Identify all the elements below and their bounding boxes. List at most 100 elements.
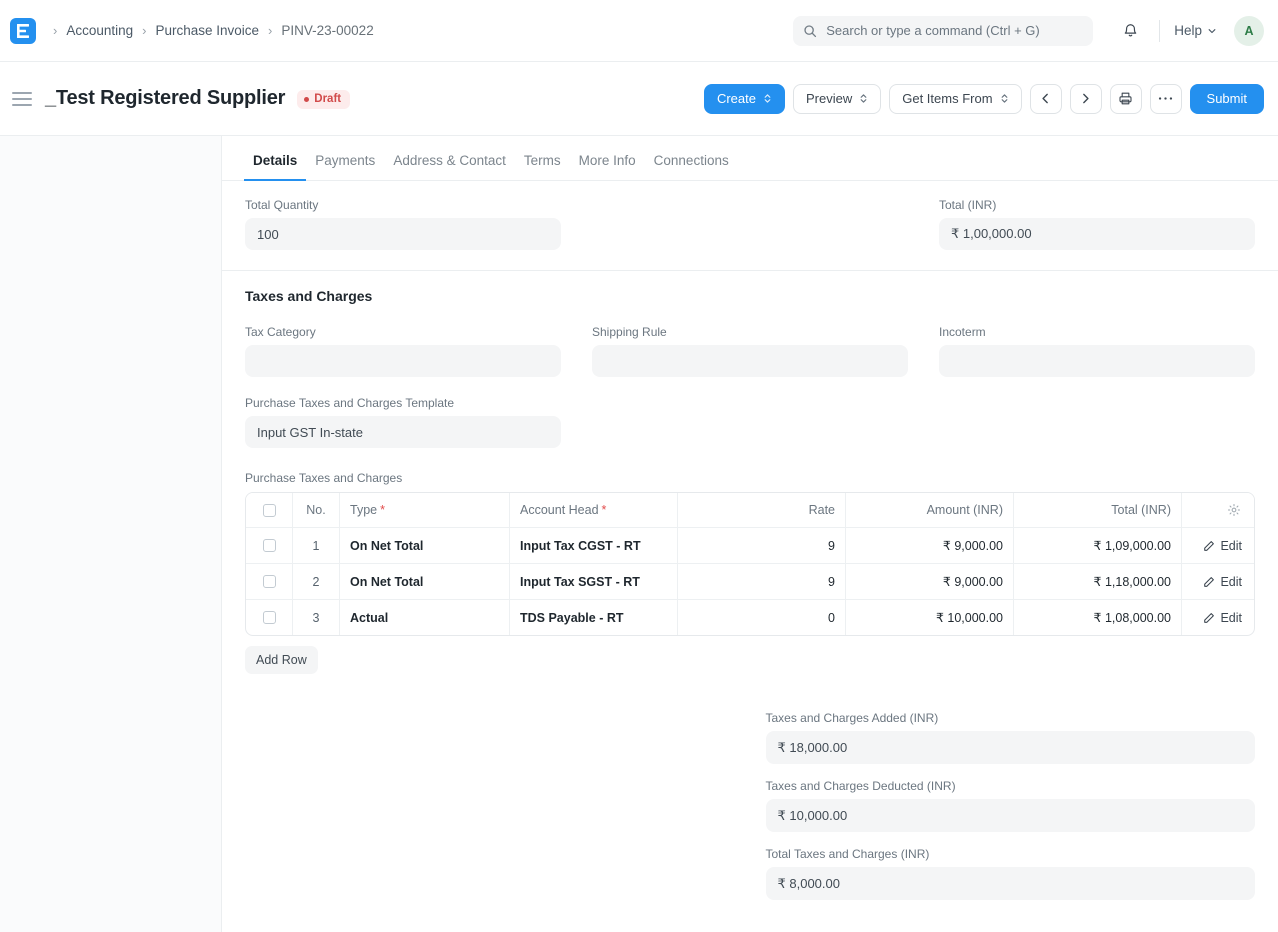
cell-amount[interactable]: ₹ 9,000.00 [846,564,1014,599]
spacer-cell [592,198,908,250]
total-taxes-input[interactable]: ₹ 8,000.00 [765,867,1255,900]
tax-category-input[interactable] [245,345,561,377]
hamburger-icon[interactable] [8,85,36,113]
help-menu-button[interactable]: Help [1174,23,1217,38]
tab-label: Address & Contact [393,153,506,168]
row-edit-button[interactable]: Edit [1182,528,1254,563]
get-items-from-label: Get Items From [902,91,993,106]
total-quantity-label: Total Quantity [245,198,319,212]
search-input[interactable]: Search or type a command (Ctrl + G) [793,15,1094,46]
column-header-account-head: Account Head * [510,493,678,527]
print-button[interactable] [1109,83,1142,114]
tab-more-info[interactable]: More Info [570,153,645,180]
cell-account-head[interactable]: Input Tax SGST - RT [510,564,678,599]
select-all-checkbox[interactable] [246,493,293,527]
cell-amount[interactable]: ₹ 9,000.00 [846,528,1014,563]
printer-icon [1118,91,1133,106]
grid-settings-button[interactable] [1182,493,1254,527]
taxes-template-label: Purchase Taxes and Charges Template [245,396,455,410]
breadcrumb-item-purchase-invoice[interactable]: Purchase Invoice [155,23,259,38]
required-asterisk: * [380,503,385,517]
taxes-deducted-label: Taxes and Charges Deducted (INR) [765,779,956,793]
more-actions-button[interactable] [1149,83,1182,114]
table-row[interactable]: 3 Actual TDS Payable - RT 0 ₹ 10,000.00 … [246,600,1254,635]
shipping-rule-input[interactable] [592,345,908,377]
cell-no: 2 [293,564,340,599]
column-header-total: Total (INR) [1014,493,1182,527]
avatar[interactable]: A [1234,15,1264,46]
cell-type[interactable]: On Net Total [340,528,510,563]
row-checkbox[interactable] [246,528,293,563]
chevron-updown-icon [763,93,772,104]
page-actions: Create Preview Get Items From Submit [703,83,1264,114]
column-header-account-head-label: Account Head [520,503,599,517]
total-quantity-input[interactable]: 100 [245,218,561,250]
cell-no: 1 [293,528,340,563]
column-header-type: Type * [340,493,510,527]
table-row[interactable]: 1 On Net Total Input Tax CGST - RT 9 ₹ 9… [246,528,1254,564]
field-taxes-added: Taxes and Charges Added (INR) ₹ 18,000.0… [765,711,1255,764]
chevron-right-icon [1079,92,1092,105]
cell-type[interactable]: On Net Total [340,564,510,599]
table-row[interactable]: 2 On Net Total Input Tax SGST - RT 9 ₹ 9… [246,564,1254,600]
pencil-icon [1203,612,1215,624]
breadcrumb-item-accounting[interactable]: Accounting [66,23,133,38]
charges-totals-wrapper: Taxes and Charges Added (INR) ₹ 18,000.0… [245,711,1255,915]
search-icon [803,24,817,38]
erpnext-logo-icon[interactable] [10,17,36,44]
cell-total[interactable]: ₹ 1,08,000.00 [1014,600,1182,635]
taxes-and-charges-section: Taxes and Charges Tax Category Shipping … [222,271,1278,932]
previous-document-button[interactable] [1029,83,1062,114]
row-edit-button[interactable]: Edit [1182,564,1254,599]
form-content: Details Payments Address & Contact Terms… [222,136,1278,932]
submit-button[interactable]: Submit [1189,83,1264,114]
total-taxes-label: Total Taxes and Charges (INR) [765,847,930,861]
tab-connections[interactable]: Connections [645,153,738,180]
field-total-inr: Total (INR) ₹ 1,00,000.00 [939,198,1255,250]
gear-icon [1227,503,1241,517]
chevron-updown-icon [1000,93,1009,104]
cell-total[interactable]: ₹ 1,09,000.00 [1014,528,1182,563]
breadcrumb-separator-icon: › [142,23,147,38]
tab-payments[interactable]: Payments [306,153,384,180]
chevron-left-icon [1039,92,1052,105]
row-checkbox[interactable] [246,600,293,635]
create-button[interactable]: Create [703,83,785,114]
taxes-template-input[interactable]: Input GST In-state [245,416,561,448]
row-edit-button[interactable]: Edit [1182,600,1254,635]
cell-account-head[interactable]: Input Tax CGST - RT [510,528,678,563]
total-inr-input[interactable]: ₹ 1,00,000.00 [939,218,1255,250]
cell-rate[interactable]: 9 [678,564,846,599]
breadcrumb-item-current-doc: PINV-23-00022 [281,23,374,38]
notifications-button[interactable] [1115,16,1145,46]
cell-rate[interactable]: 0 [678,600,846,635]
cell-account-head[interactable]: TDS Payable - RT [510,600,678,635]
taxes-added-input[interactable]: ₹ 18,000.00 [765,731,1255,764]
cell-total[interactable]: ₹ 1,18,000.00 [1014,564,1182,599]
taxes-deducted-input[interactable]: ₹ 10,000.00 [765,799,1255,832]
tab-terms[interactable]: Terms [515,153,570,180]
tab-label: Details [253,153,298,168]
incoterm-input[interactable] [939,345,1255,377]
next-document-button[interactable] [1069,83,1102,114]
add-row-button[interactable]: Add Row [245,646,318,674]
form-tabs: Details Payments Address & Contact Terms… [222,136,1278,181]
get-items-from-button[interactable]: Get Items From [889,83,1022,114]
cell-rate[interactable]: 9 [678,528,846,563]
tab-details[interactable]: Details [244,153,307,181]
row-edit-label: Edit [1220,610,1242,625]
left-sidebar [0,136,222,932]
row-checkbox[interactable] [246,564,293,599]
totals-top-section: Total Quantity 100 Total (INR) ₹ 1,00,00… [222,181,1278,271]
purchase-taxes-and-charges-table: No. Type * Account Head * Rate Amount (INR… [245,492,1255,636]
tab-label: More Info [578,153,636,168]
section-title-taxes: Taxes and Charges [245,288,373,304]
preview-button[interactable]: Preview [792,83,882,114]
cell-amount[interactable]: ₹ 10,000.00 [846,600,1014,635]
cell-type[interactable]: Actual [340,600,510,635]
column-header-rate: Rate [678,493,846,527]
column-header-type-label: Type [350,503,378,517]
bell-icon [1122,22,1139,39]
tab-address-contact[interactable]: Address & Contact [384,153,515,180]
column-header-amount: Amount (INR) [846,493,1014,527]
